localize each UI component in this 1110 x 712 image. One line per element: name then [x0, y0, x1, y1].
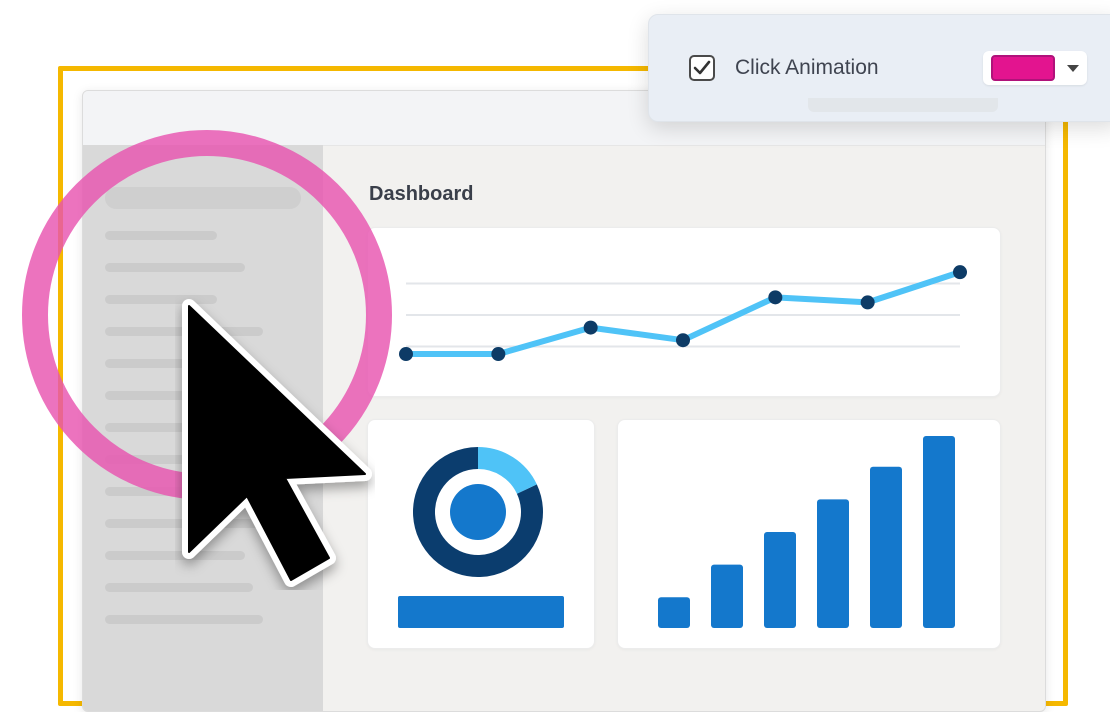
color-picker-dropdown[interactable]: [983, 51, 1087, 85]
donut-center: [450, 484, 506, 540]
donut-chart-card: [367, 419, 595, 649]
data-point: [491, 347, 506, 362]
mouse-cursor-icon: [175, 290, 375, 590]
color-swatch[interactable]: [991, 55, 1055, 81]
check-icon: [693, 60, 711, 75]
data-point: [768, 290, 783, 305]
data-point: [860, 295, 875, 310]
bar: [711, 564, 743, 628]
bar: [870, 466, 902, 628]
data-point: [953, 265, 967, 280]
popup-tab-shadow: [808, 98, 998, 112]
legend-bar: [398, 596, 564, 628]
data-point: [676, 333, 690, 348]
bar: [817, 499, 849, 628]
donut-chart: [398, 447, 564, 628]
bar-chart-card: [617, 419, 1001, 649]
bar: [923, 436, 955, 628]
bar-chart: [658, 436, 955, 628]
sidebar-item[interactable]: [105, 615, 263, 624]
line-chart-card: [367, 227, 1001, 397]
chevron-down-icon[interactable]: [1067, 65, 1079, 72]
bar: [658, 597, 690, 628]
data-point: [583, 320, 598, 335]
click-animation-label: Click Animation: [735, 56, 879, 79]
data-point: [399, 347, 413, 362]
bar: [764, 532, 796, 628]
click-animation-checkbox[interactable]: [689, 55, 715, 81]
page-title: Dashboard: [369, 183, 474, 205]
line-chart: [399, 265, 967, 362]
